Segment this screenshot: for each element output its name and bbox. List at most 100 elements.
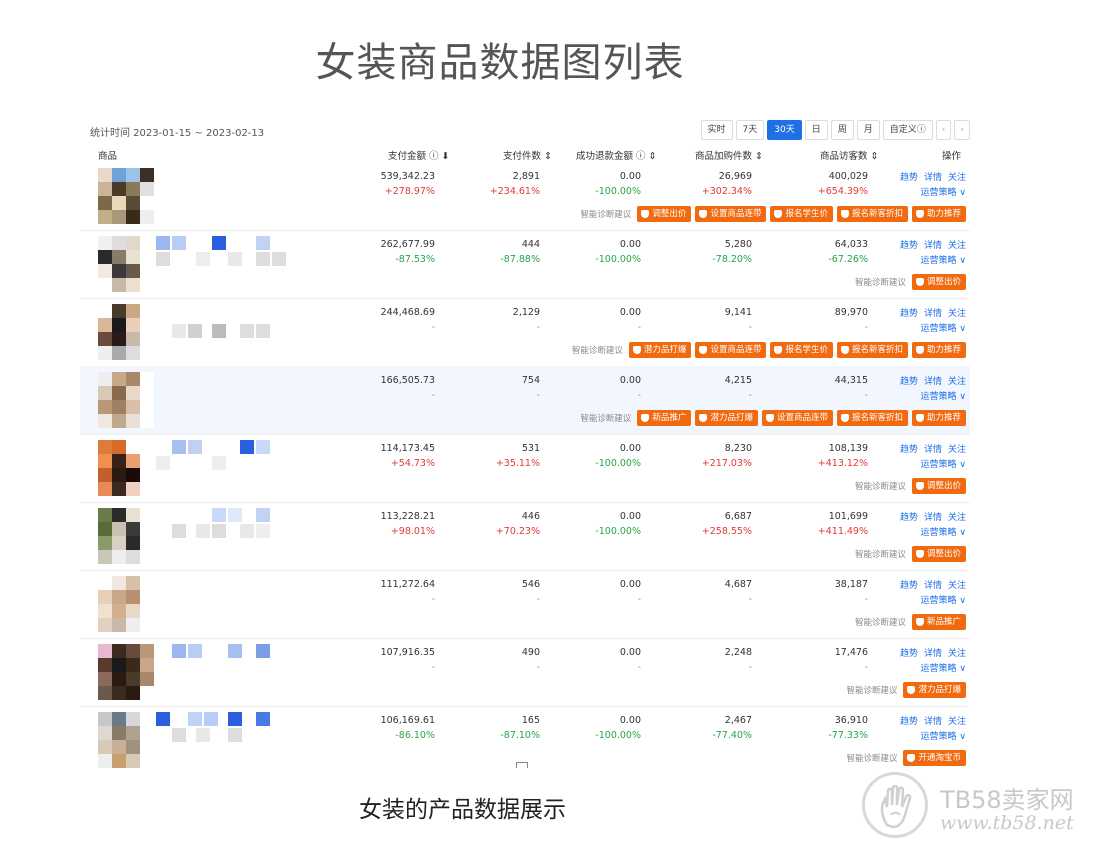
suggestion-button[interactable]: 报名新客折扣 [836, 206, 908, 222]
detail-link[interactable]: 详情 [924, 241, 942, 251]
suggestion-button[interactable]: 调整出价 [911, 546, 966, 562]
trend-link[interactable]: 趋势 [900, 377, 918, 387]
visitor-count-change: - [864, 322, 868, 333]
suggestion-button[interactable]: 新品推广 [911, 614, 966, 630]
shield-icon [641, 210, 650, 218]
detail-link[interactable]: 详情 [924, 377, 942, 387]
range-option[interactable]: 周 [830, 120, 854, 140]
product-thumbnail[interactable] [98, 372, 154, 428]
follow-link[interactable]: 关注 [948, 241, 966, 251]
suggestion-button[interactable]: 报名新客折扣 [836, 342, 908, 358]
shield-icon [774, 210, 783, 218]
suggestion-button[interactable]: 调整出价 [637, 206, 692, 222]
suggestion-button[interactable]: 调整出价 [911, 274, 966, 290]
visitor-count-cell: 89,970 - [758, 307, 868, 336]
range-option[interactable]: 7天 [735, 120, 765, 140]
range-option[interactable]: 月 [856, 120, 880, 140]
pay-count-change: -87.88% [500, 254, 540, 265]
product-thumbnail[interactable] [98, 440, 154, 496]
suggestion-button[interactable]: 潜力品打爆 [628, 342, 692, 358]
chevron-left-icon[interactable]: ‹ [935, 120, 952, 140]
suggestion-button[interactable]: 报名学生价 [770, 206, 833, 222]
detail-link[interactable]: 详情 [924, 309, 942, 319]
detail-link[interactable]: 详情 [924, 717, 942, 727]
strategy-dropdown[interactable]: 运营策略 ∨ [890, 525, 966, 538]
follow-link[interactable]: 关注 [948, 173, 966, 183]
cart-count-cell: 2,467 -77.40% [642, 715, 752, 744]
trend-link[interactable]: 趋势 [900, 173, 918, 183]
row-actions: 趋势 详情 关注运营策略 ∨ [890, 714, 966, 742]
pay-count-cell: 2,129 - [430, 307, 540, 336]
suggestion-button[interactable]: 开通淘宝币 [903, 750, 966, 766]
follow-link[interactable]: 关注 [948, 649, 966, 659]
suggestion-button[interactable]: 报名学生价 [770, 342, 833, 358]
detail-link[interactable]: 详情 [924, 173, 942, 183]
trend-link[interactable]: 趋势 [900, 649, 918, 659]
product-thumbnail[interactable] [98, 644, 154, 700]
suggestion-button[interactable]: 助力推荐 [911, 410, 966, 426]
trend-link[interactable]: 趋势 [900, 513, 918, 523]
suggestion-button[interactable]: 设置商品连带 [695, 342, 767, 358]
shield-icon [915, 414, 924, 422]
trend-link[interactable]: 趋势 [900, 717, 918, 727]
product-thumbnail[interactable] [98, 712, 154, 768]
product-thumbnail[interactable] [98, 168, 154, 224]
range-option[interactable]: 实时 [700, 120, 733, 140]
cart-count-change: -77.40% [712, 730, 752, 741]
detail-link[interactable]: 详情 [924, 513, 942, 523]
column-cart[interactable]: 商品加购件数 ⇕ [695, 148, 763, 162]
suggestion-button[interactable]: 新品推广 [637, 410, 692, 426]
pay-amount-cell: 107,916.35 - [325, 647, 435, 676]
pay-amount-change: -87.53% [395, 254, 435, 265]
follow-link[interactable]: 关注 [948, 309, 966, 319]
suggestion-button[interactable]: 设置商品连带 [695, 206, 767, 222]
strategy-dropdown[interactable]: 运营策略 ∨ [890, 321, 966, 334]
follow-link[interactable]: 关注 [948, 717, 966, 727]
suggestion-button[interactable]: 助力推荐 [911, 206, 966, 222]
range-option[interactable]: 30天 [767, 120, 802, 140]
suggestion-button[interactable]: 设置商品连带 [761, 410, 833, 426]
product-thumbnail[interactable] [98, 304, 154, 360]
column-visitors[interactable]: 商品访客数 ⇕ [820, 148, 878, 162]
product-thumbnail[interactable] [98, 508, 154, 564]
toolbar: 统计时间 2023-01-15 ~ 2023-02-13 实时 7天 30天日周月自… [80, 110, 970, 148]
strategy-dropdown[interactable]: 运营策略 ∨ [890, 661, 966, 674]
product-thumbnail[interactable] [98, 236, 154, 292]
pay-count-value: 490 [521, 647, 540, 658]
range-option[interactable]: 日 [804, 120, 828, 140]
scroll-indicator[interactable] [516, 762, 528, 768]
strategy-dropdown[interactable]: 运营策略 ∨ [890, 593, 966, 606]
range-option[interactable]: 自定义ⓘ [882, 120, 933, 140]
strategy-dropdown[interactable]: 运营策略 ∨ [890, 185, 966, 198]
follow-link[interactable]: 关注 [948, 581, 966, 591]
refund-amount-cell: 0.00 -100.00% [531, 511, 641, 540]
product-thumbnail[interactable] [98, 576, 154, 632]
trend-link[interactable]: 趋势 [900, 241, 918, 251]
strategy-dropdown[interactable]: 运营策略 ∨ [890, 253, 966, 266]
trend-link[interactable]: 趋势 [900, 445, 918, 455]
strategy-dropdown[interactable]: 运营策略 ∨ [890, 389, 966, 402]
follow-link[interactable]: 关注 [948, 513, 966, 523]
detail-link[interactable]: 详情 [924, 581, 942, 591]
column-refund[interactable]: 成功退款金额 ⓘ ⇕ [576, 148, 657, 162]
follow-link[interactable]: 关注 [948, 445, 966, 455]
column-pay-count[interactable]: 支付件数 ⇕ [503, 148, 552, 162]
visitor-count-change: +654.39% [817, 186, 868, 197]
strategy-dropdown[interactable]: 运营策略 ∨ [890, 457, 966, 470]
suggestion-button[interactable]: 助力推荐 [911, 342, 966, 358]
date-range-selector: 实时 7天 30天日周月自定义ⓘ ‹ › [700, 120, 970, 140]
suggestion-button[interactable]: 潜力品打爆 [695, 410, 758, 426]
trend-link[interactable]: 趋势 [900, 581, 918, 591]
pay-amount-change: +54.73% [390, 458, 435, 469]
follow-link[interactable]: 关注 [948, 377, 966, 387]
chevron-right-icon[interactable]: › [954, 120, 970, 140]
column-pay-amount[interactable]: 支付金额 ⓘ ⬇ [388, 148, 450, 162]
detail-link[interactable]: 详情 [924, 649, 942, 659]
strategy-dropdown[interactable]: 运营策略 ∨ [890, 729, 966, 742]
detail-link[interactable]: 详情 [924, 445, 942, 455]
trend-link[interactable]: 趋势 [900, 309, 918, 319]
suggestion-button[interactable]: 报名新客折扣 [836, 410, 908, 426]
suggestion-button[interactable]: 调整出价 [911, 478, 966, 494]
suggestion-button-label: 调整出价 [926, 549, 961, 559]
suggestion-button[interactable]: 潜力品打爆 [903, 682, 966, 698]
